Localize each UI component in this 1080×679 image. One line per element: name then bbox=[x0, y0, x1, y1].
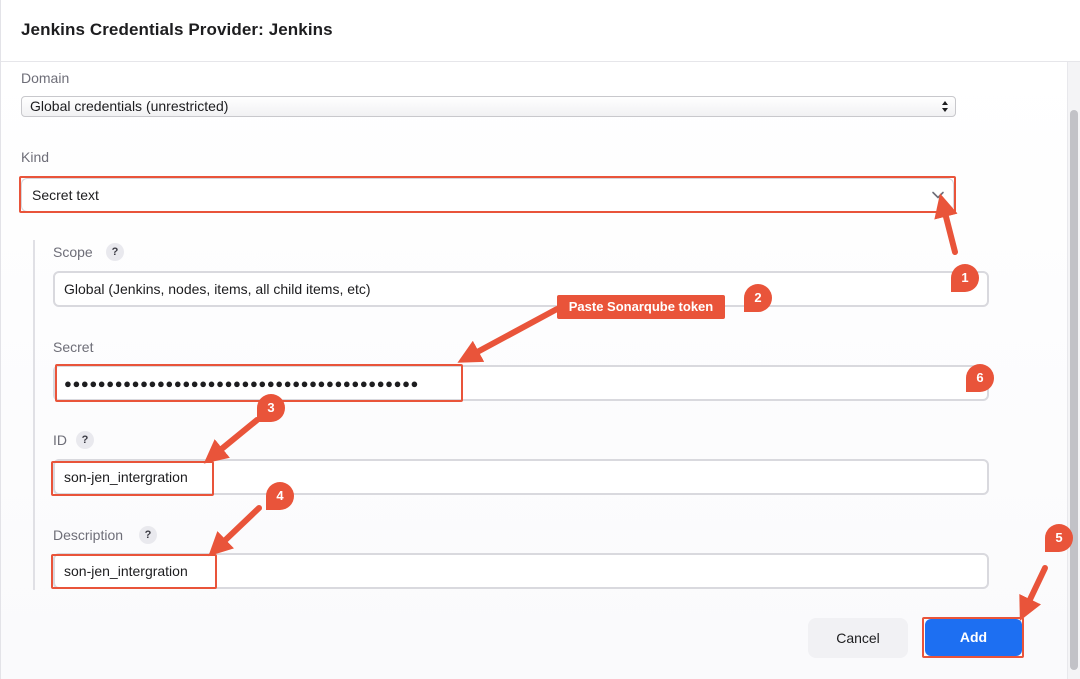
id-label: ID bbox=[53, 432, 67, 448]
cancel-button[interactable]: Cancel bbox=[808, 618, 908, 658]
domain-select-value: Global credentials (unrestricted) bbox=[30, 98, 229, 114]
secret-label: Secret bbox=[53, 339, 94, 355]
kind-highlight bbox=[19, 176, 956, 213]
domain-select[interactable]: Global credentials (unrestricted) bbox=[21, 96, 956, 117]
description-label: Description bbox=[53, 527, 124, 543]
scope-select-value: Global (Jenkins, nodes, items, all child… bbox=[64, 281, 371, 297]
nested-section-border bbox=[33, 240, 35, 590]
annotation-badge-2: 2 bbox=[744, 284, 772, 312]
annotation-badge-6: 6 bbox=[966, 364, 994, 392]
description-help-icon[interactable]: ? bbox=[139, 526, 157, 544]
annotation-badge-3: 3 bbox=[257, 394, 285, 422]
annotation-badge-4: 4 bbox=[266, 482, 294, 510]
credentials-dialog: Jenkins Credentials Provider: Jenkins Do… bbox=[0, 0, 1080, 679]
description-highlight bbox=[51, 554, 217, 589]
annotation-callout: Paste Sonarqube token bbox=[557, 295, 725, 319]
domain-label: Domain bbox=[21, 70, 70, 86]
annotation-badge-5: 5 bbox=[1045, 524, 1073, 552]
scrollbar-thumb[interactable] bbox=[1070, 110, 1078, 670]
secret-highlight bbox=[55, 364, 463, 402]
dialog-header: Jenkins Credentials Provider: Jenkins bbox=[1, 0, 1080, 62]
id-help-icon[interactable]: ? bbox=[76, 431, 94, 449]
id-highlight bbox=[51, 461, 214, 496]
dialog-title: Jenkins Credentials Provider: Jenkins bbox=[21, 20, 333, 39]
kind-label: Kind bbox=[21, 149, 50, 165]
add-highlight bbox=[922, 617, 1024, 658]
scope-help-icon[interactable]: ? bbox=[106, 243, 124, 261]
select-stepper-icon bbox=[942, 101, 948, 112]
scope-select[interactable]: Global (Jenkins, nodes, items, all child… bbox=[53, 271, 989, 307]
scope-label: Scope bbox=[53, 244, 93, 260]
annotation-badge-1: 1 bbox=[951, 264, 979, 292]
